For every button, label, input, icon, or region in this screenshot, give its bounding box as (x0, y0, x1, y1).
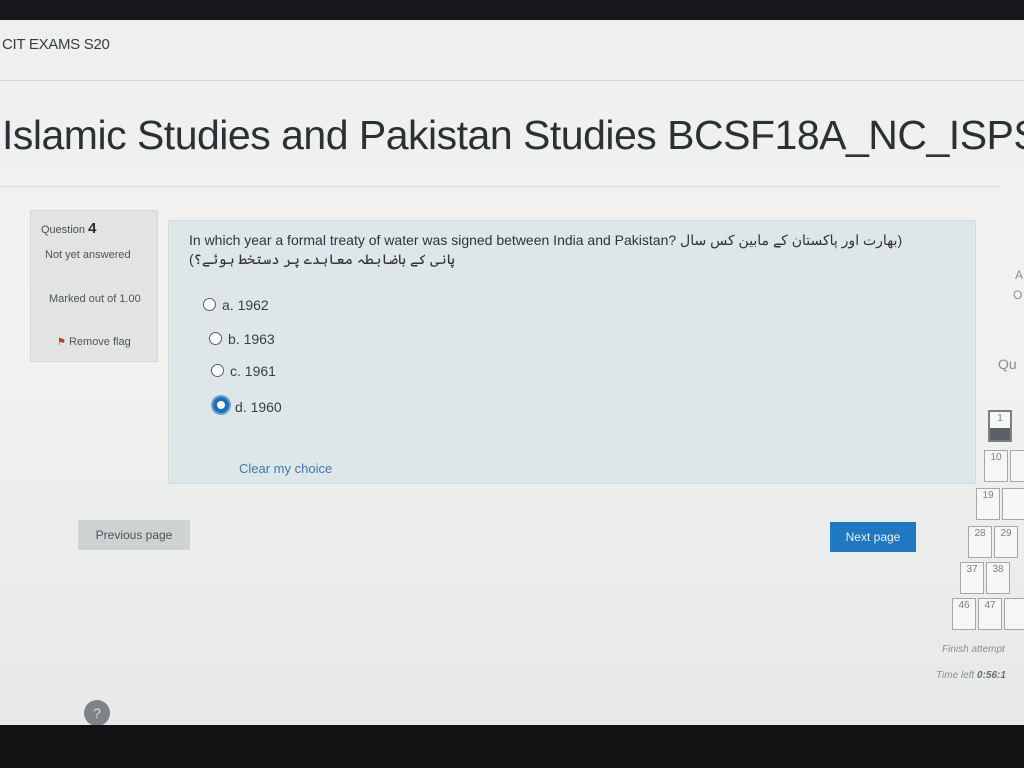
quiz-navigation-heading: Qu (998, 356, 1017, 372)
question-text-ur-1: (بھارت اور پاکستان کے مابین کس سال (680, 232, 903, 248)
answer-option-d[interactable]: d. 1960 (213, 397, 282, 415)
nav-edge-label: A (1015, 268, 1024, 282)
quiz-navigation: A O Qu 1 10 19 28 29 37 38 46 47 Finish … (936, 260, 1024, 700)
quiz-nav-button[interactable] (1004, 598, 1024, 630)
flag-icon: ⚑ (57, 337, 66, 348)
question-grade: Marked out of 1.00 (49, 293, 141, 305)
previous-page-button[interactable]: Previous page (78, 520, 190, 550)
radio-button[interactable] (211, 364, 224, 377)
quiz-nav-button[interactable]: 37 (960, 562, 984, 594)
question-text: In which year a formal treaty of water w… (189, 231, 969, 269)
quiz-nav-button[interactable]: 29 (994, 526, 1018, 558)
monitor-bezel-bottom (0, 725, 1024, 768)
browser-viewport: CIT EXAMS S20 Islamic Studies and Pakist… (0, 20, 1024, 726)
site-name[interactable]: CIT EXAMS S20 (2, 36, 110, 53)
finish-attempt-link[interactable]: Finish attempt (942, 644, 1005, 655)
quiz-nav-button[interactable] (1010, 450, 1024, 482)
quiz-timer: Time left 0:56:1 (936, 670, 1006, 681)
question-number: Question 4 (41, 220, 96, 237)
answer-label: d. 1960 (235, 399, 282, 415)
help-icon[interactable]: ? (84, 700, 110, 726)
radio-button[interactable] (203, 298, 216, 311)
question-prefix: Question (41, 224, 86, 236)
question-info-panel: Question 4 Not yet answered Marked out o… (30, 210, 158, 362)
quiz-nav-button[interactable]: 19 (976, 488, 1000, 520)
timer-value: 0:56:1 (977, 670, 1006, 681)
question-state: Not yet answered (45, 249, 131, 261)
answer-label: a. 1962 (222, 297, 269, 313)
timer-label: Time left (936, 670, 975, 681)
quiz-nav-button[interactable]: 28 (968, 526, 992, 558)
divider (0, 186, 1000, 187)
quiz-nav-button[interactable]: 1 (988, 410, 1012, 442)
answer-label: b. 1963 (228, 331, 275, 347)
clear-choice-link[interactable]: Clear my choice (239, 461, 332, 476)
answer-label: c. 1961 (230, 363, 276, 379)
nav-edge-label: O (1013, 288, 1023, 302)
quiz-nav-button[interactable]: 47 (978, 598, 1002, 630)
question-formulation: In which year a formal treaty of water w… (168, 220, 976, 484)
radio-button[interactable] (209, 332, 222, 345)
monitor-bezel-top (0, 0, 1024, 22)
remove-flag-label: Remove flag (68, 336, 131, 348)
answer-option-c[interactable]: c. 1961 (211, 363, 276, 379)
next-page-button[interactable]: Next page (830, 522, 916, 552)
question-number-value: 4 (88, 220, 97, 237)
divider (0, 80, 1024, 81)
question-text-ur-2: پانی کے باضابطہ معاہدے پر دستخط ہوئے؟) (189, 251, 455, 267)
question-text-en: In which year a formal treaty of water w… (189, 232, 677, 248)
answer-option-a[interactable]: a. 1962 (203, 297, 269, 313)
page-title: Islamic Studies and Pakistan Studies BCS… (2, 112, 1024, 158)
answer-option-b[interactable]: b. 1963 (209, 331, 275, 347)
quiz-nav-button[interactable]: 46 (952, 598, 976, 630)
remove-flag-link[interactable]: ⚑ Remove flag (57, 336, 131, 348)
quiz-nav-button[interactable]: 38 (986, 562, 1010, 594)
quiz-nav-button[interactable]: 10 (984, 450, 1008, 482)
radio-button-selected[interactable] (213, 397, 229, 413)
quiz-nav-button[interactable] (1002, 488, 1024, 520)
